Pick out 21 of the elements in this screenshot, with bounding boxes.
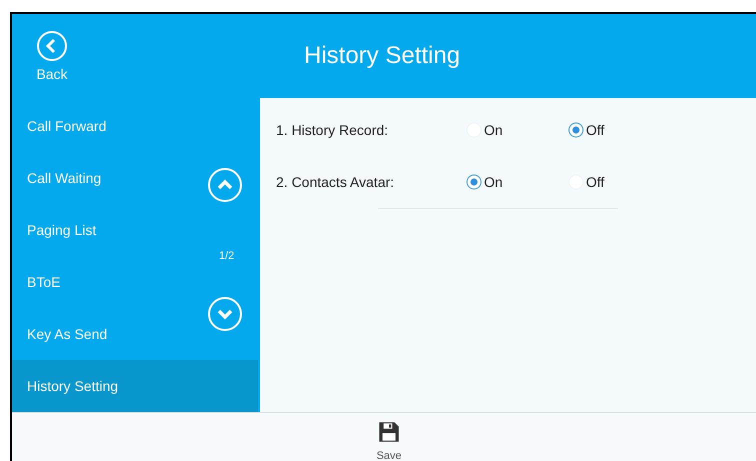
radio-selected-icon xyxy=(466,174,482,190)
sidebar-item[interactable]: History Setting xyxy=(12,360,258,412)
save-button[interactable]: Save xyxy=(376,413,402,461)
radio-selected-icon xyxy=(568,122,584,138)
radio-option[interactable]: On xyxy=(466,120,568,140)
back-button[interactable]: Back xyxy=(12,14,92,100)
scroll-down-button[interactable] xyxy=(207,296,243,332)
chevron-down-icon xyxy=(207,296,243,332)
radio-option[interactable]: Off xyxy=(568,120,670,140)
chevron-up-icon xyxy=(207,167,243,203)
page-indicator: 1/2 xyxy=(219,249,234,264)
sidebar-item[interactable]: Key As Send xyxy=(12,308,258,360)
sidebar-item[interactable]: Call Forward xyxy=(12,100,258,152)
sidebar-item[interactable]: Call Waiting xyxy=(12,152,258,204)
radio-option[interactable]: On xyxy=(466,172,568,192)
radio-option[interactable]: Off xyxy=(568,172,670,192)
back-icon xyxy=(36,30,68,62)
scroll-up-button[interactable] xyxy=(207,167,243,203)
setting-label: 1. History Record: xyxy=(276,120,390,140)
page-title: History Setting xyxy=(304,41,460,71)
setting-label: 2. Contacts Avatar: xyxy=(276,172,396,192)
